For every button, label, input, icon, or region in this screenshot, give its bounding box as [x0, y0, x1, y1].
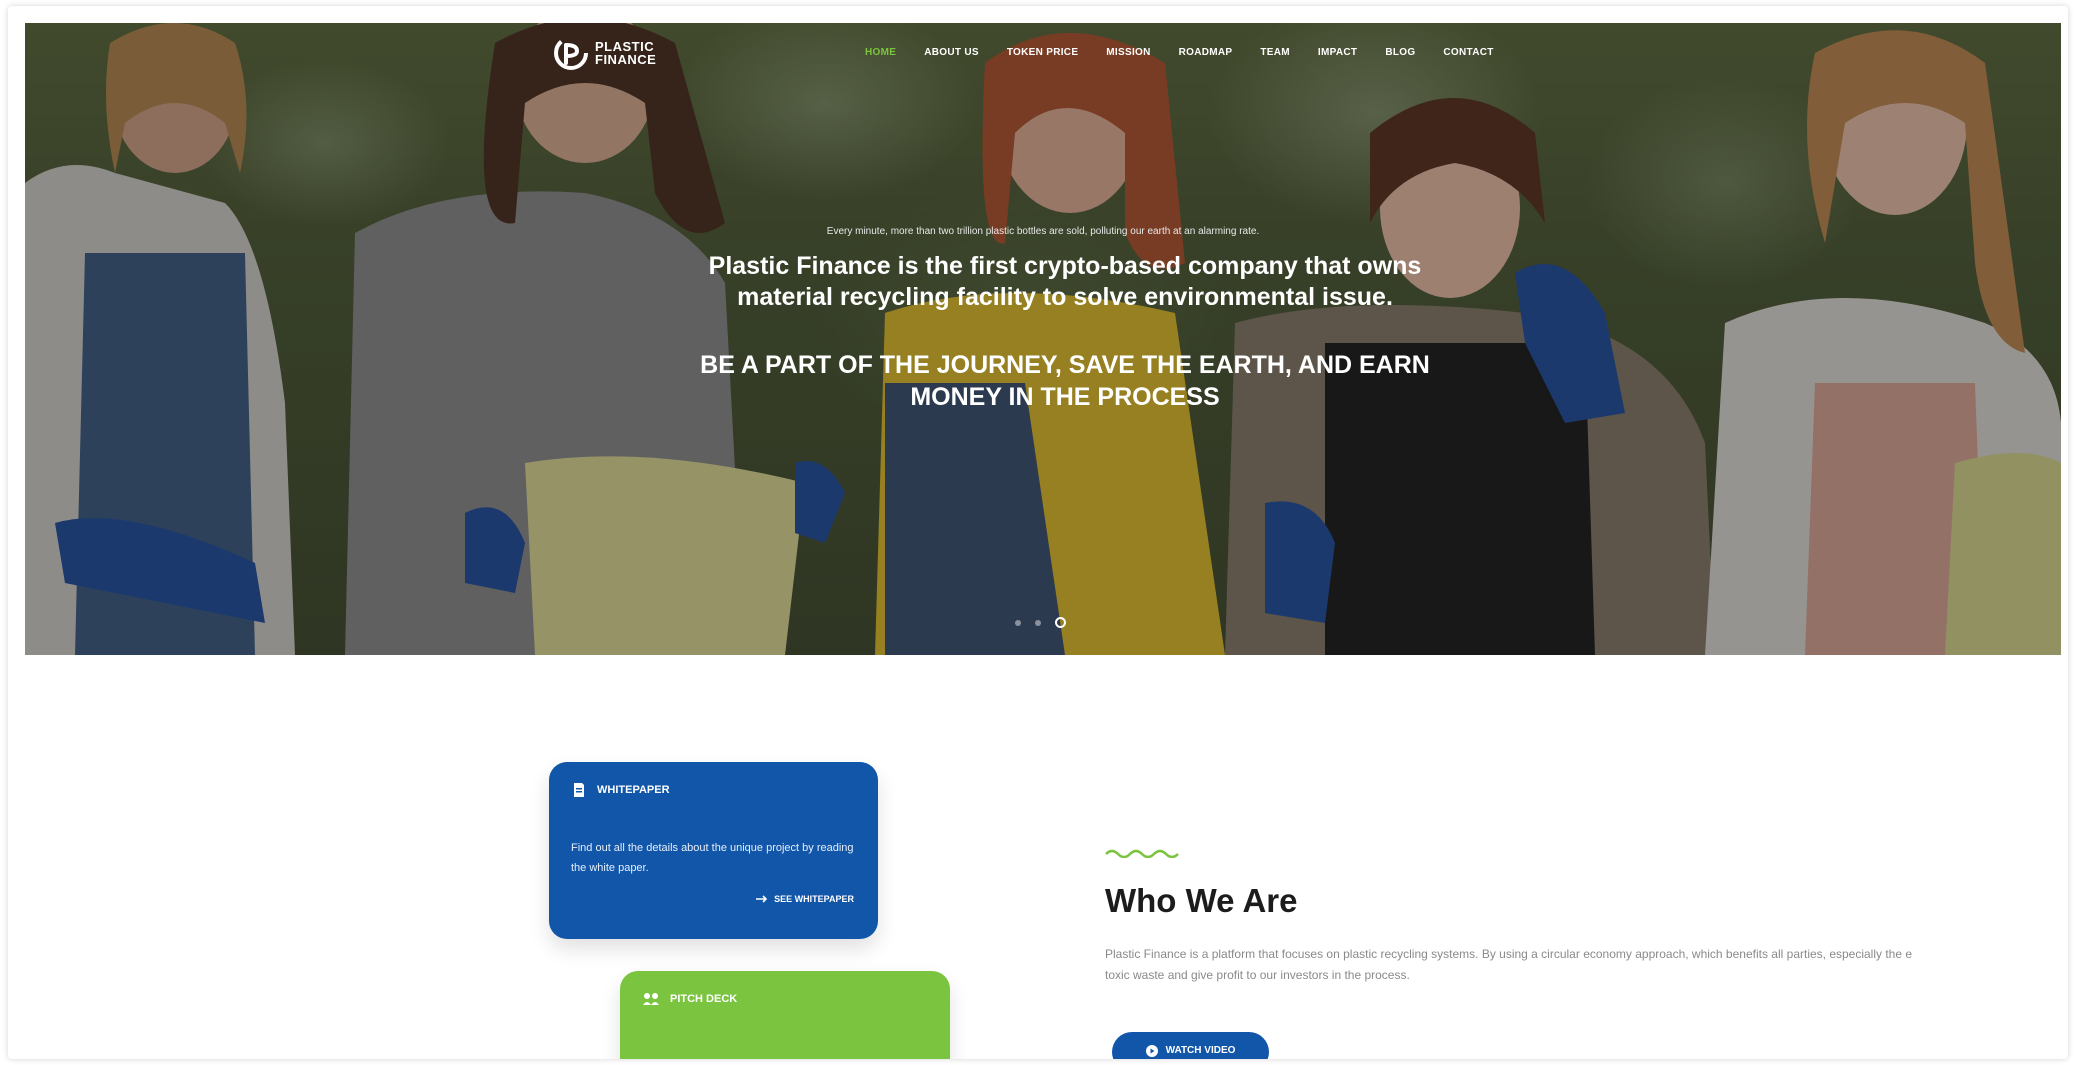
nav-mission[interactable]: MISSION: [1106, 47, 1150, 58]
see-whitepaper-link[interactable]: SEE WHITEPAPER: [756, 894, 854, 904]
about-description-line1: Plastic Finance is a platform that focus…: [1105, 947, 1913, 961]
whitepaper-card-description: Find out all the details about the uniqu…: [571, 842, 854, 874]
nav-about-us[interactable]: ABOUT US: [924, 47, 979, 58]
play-icon: [1145, 1045, 1158, 1057]
slider-dot-1[interactable]: [1015, 619, 1021, 626]
nav-token-price[interactable]: TOKEN PRICE: [1007, 47, 1078, 58]
slider-dot-3[interactable]: [1055, 617, 1066, 628]
whitepaper-card-header: WHITEPAPER: [571, 782, 670, 798]
presentation-icon: [643, 993, 659, 1005]
top-navigation: PLASTIC FINANCE HOME ABOUT US TOKEN PRIC…: [25, 23, 2061, 83]
hero-slider: PLASTIC FINANCE HOME ABOUT US TOKEN PRIC…: [25, 23, 2061, 655]
brand-logo[interactable]: PLASTIC FINANCE: [553, 35, 656, 71]
pitch-deck-card: PITCH DECK: [620, 971, 950, 1059]
nav-blog[interactable]: BLOG: [1385, 47, 1415, 58]
hero-headline: Plastic Finance is the first crypto-base…: [708, 252, 1422, 311]
nav-contact[interactable]: CONTACT: [1443, 47, 1493, 58]
nav-team[interactable]: TEAM: [1260, 47, 1290, 58]
browser-page: PLASTIC FINANCE HOME ABOUT US TOKEN PRIC…: [8, 6, 2068, 1059]
brand-name: PLASTIC FINANCE: [595, 40, 656, 66]
see-whitepaper-label: SEE WHITEPAPER: [774, 894, 854, 904]
slider-dot-2[interactable]: [1035, 619, 1041, 626]
document-icon: [574, 783, 584, 797]
brand-name-line2: FINANCE: [595, 52, 657, 67]
hero-intro-text: Every minute, more than two trillion pla…: [826, 226, 1260, 237]
pitch-deck-card-title: PITCH DECK: [670, 993, 738, 1005]
about-description-line2: toxic waste and give profit to our inves…: [1105, 968, 1410, 982]
pitch-deck-card-header: PITCH DECK: [642, 991, 737, 1007]
plastic-finance-logo-icon: [554, 36, 588, 70]
nav-roadmap[interactable]: ROADMAP: [1179, 47, 1233, 58]
squiggle-decoration-icon: [1105, 849, 1179, 858]
whitepaper-card: WHITEPAPER Find out all the details abou…: [549, 762, 878, 939]
hero-call-to-action: BE A PART OF THE JOURNEY, SAVE THE EARTH…: [700, 351, 1430, 411]
about-description: Plastic Finance is a platform that focus…: [1105, 944, 2065, 986]
watch-video-label: WATCH VIDEO: [1165, 1045, 1236, 1056]
section-title: Who We Are: [1105, 882, 1298, 919]
arrow-right-icon: [756, 895, 768, 903]
whitepaper-card-title: WHITEPAPER: [597, 784, 670, 796]
watch-video-button[interactable]: WATCH VIDEO: [1112, 1032, 1269, 1059]
hero-overlay: [25, 23, 2061, 655]
main-menu: HOME ABOUT US TOKEN PRICE MISSION ROADMA…: [865, 47, 1494, 58]
nav-home[interactable]: HOME: [865, 47, 896, 58]
nav-impact[interactable]: IMPACT: [1318, 47, 1357, 58]
slider-pagination: [1015, 617, 1066, 628]
